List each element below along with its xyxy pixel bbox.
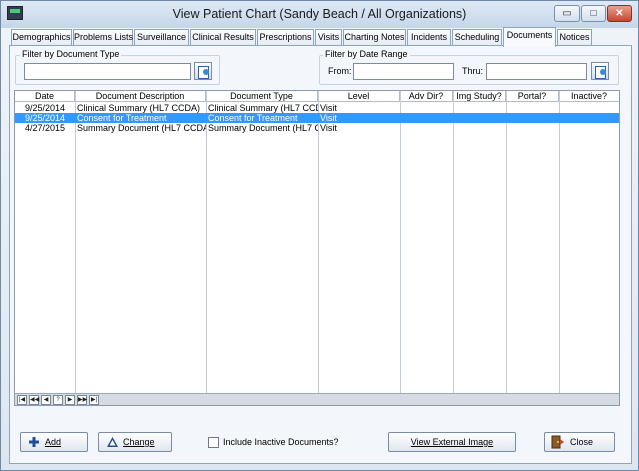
grid-navigator: |◀ ◀◀ ◀ ? ▶ ▶▶ ▶|: [15, 393, 619, 405]
col-divider: [318, 91, 319, 393]
table-row-selected[interactable]: 9/25/2014 Consent for Treatment Consent …: [15, 113, 619, 123]
col-divider: [75, 91, 76, 393]
col-header-img-study[interactable]: Img Study?: [453, 91, 506, 102]
cell-date: 9/25/2014: [24, 113, 66, 123]
tab-prescriptions[interactable]: Prescriptions: [257, 29, 314, 46]
cell-type: Consent for Treatment: [208, 113, 298, 123]
table-row[interactable]: 9/25/2014 Clinical Summary (HL7 CCDA) Cl…: [15, 103, 619, 113]
plus-icon: [29, 437, 39, 447]
col-header-type[interactable]: Document Type: [206, 91, 318, 102]
documents-grid[interactable]: Date Document Description Document Type …: [14, 90, 620, 406]
col-header-inactive[interactable]: Inactive?: [559, 91, 619, 102]
close-window-button[interactable]: ✕: [607, 5, 632, 22]
nav-prev-page-button[interactable]: ◀◀: [29, 395, 39, 405]
table-row[interactable]: 4/27/2015 Summary Document (HL7 CCDA) Su…: [15, 123, 619, 133]
tab-surveillance[interactable]: Surveillance: [134, 29, 189, 46]
maximize-button[interactable]: □: [581, 5, 606, 22]
close-button-label: Close: [570, 437, 594, 447]
doc-type-filter-input[interactable]: [24, 63, 191, 80]
col-header-adv-dir[interactable]: Adv Dir?: [400, 91, 453, 102]
add-button-label: Add: [45, 437, 62, 447]
tab-charting-notes[interactable]: Charting Notes: [343, 29, 406, 46]
tab-visits[interactable]: Visits: [315, 29, 342, 46]
col-divider: [559, 91, 560, 393]
nav-first-button[interactable]: |◀: [17, 395, 27, 405]
patient-chart-window: View Patient Chart (Sandy Beach / All Or…: [0, 0, 639, 471]
nav-prev-button[interactable]: ◀: [41, 395, 51, 405]
window-title: View Patient Chart (Sandy Beach / All Or…: [172, 7, 467, 21]
thru-date-input[interactable]: [486, 63, 587, 80]
from-date-input[interactable]: [353, 63, 454, 80]
triangle-icon: [107, 437, 118, 447]
nav-last-button[interactable]: ▶|: [89, 395, 99, 405]
nav-next-page-button[interactable]: ▶▶: [77, 395, 87, 405]
tab-notices[interactable]: Notices: [557, 29, 592, 46]
nav-help-button[interactable]: ?: [53, 395, 63, 405]
close-button[interactable]: Close: [544, 432, 615, 452]
date-range-filter-label: Filter by Date Range: [323, 49, 410, 59]
cell-description: Consent for Treatment: [77, 113, 167, 123]
cell-level: Visit: [320, 103, 337, 113]
add-button[interactable]: Add: [20, 432, 88, 452]
documents-panel: Filter by Document Type Filter by Date R…: [9, 45, 632, 464]
minimize-button[interactable]: ▭: [554, 5, 580, 22]
doc-type-filter-label: Filter by Document Type: [20, 49, 122, 59]
nav-next-button[interactable]: ▶: [65, 395, 75, 405]
tab-incidents[interactable]: Incidents: [407, 29, 451, 46]
view-external-image-button[interactable]: View External Image: [388, 432, 516, 452]
change-button-label: Change: [123, 437, 155, 447]
tab-scheduling[interactable]: Scheduling: [452, 29, 502, 46]
cell-date: 4/27/2015: [24, 123, 66, 133]
col-header-description[interactable]: Document Description: [75, 91, 206, 102]
exit-door-icon: [551, 435, 564, 449]
cell-level: Visit: [320, 113, 337, 123]
change-button[interactable]: Change: [98, 432, 172, 452]
col-divider: [453, 91, 454, 393]
col-header-portal[interactable]: Portal?: [506, 91, 559, 102]
cell-level: Visit: [320, 123, 337, 133]
col-divider: [400, 91, 401, 393]
from-label: From:: [328, 66, 352, 76]
cell-type: Summary Document (HL7 CCDA): [208, 123, 318, 133]
include-inactive-label[interactable]: Include Inactive Documents?: [223, 437, 339, 447]
col-divider: [206, 91, 207, 393]
tab-demographics[interactable]: Demographics: [11, 29, 72, 46]
tab-problems-lists[interactable]: Problems Lists: [73, 29, 133, 46]
date-picker-button[interactable]: [591, 62, 609, 80]
grid-header: Date Document Description Document Type …: [15, 91, 619, 102]
cell-date: 9/25/2014: [24, 103, 66, 113]
doc-type-picker-button[interactable]: [194, 62, 212, 80]
col-header-level[interactable]: Level: [318, 91, 400, 102]
title-bar[interactable]: View Patient Chart (Sandy Beach / All Or…: [1, 1, 638, 28]
thru-label: Thru:: [462, 66, 484, 76]
cell-type: Clinical Summary (HL7 CCDA): [208, 103, 318, 113]
cell-description: Summary Document (HL7 CCDA): [77, 123, 206, 133]
include-inactive-checkbox[interactable]: [208, 437, 219, 448]
tab-documents[interactable]: Documents: [503, 27, 556, 47]
cell-description: Clinical Summary (HL7 CCDA): [77, 103, 201, 113]
col-header-date[interactable]: Date: [15, 91, 75, 102]
col-divider: [506, 91, 507, 393]
view-external-image-label: View External Image: [410, 437, 494, 447]
tab-clinical-results[interactable]: Clinical Results: [190, 29, 256, 46]
